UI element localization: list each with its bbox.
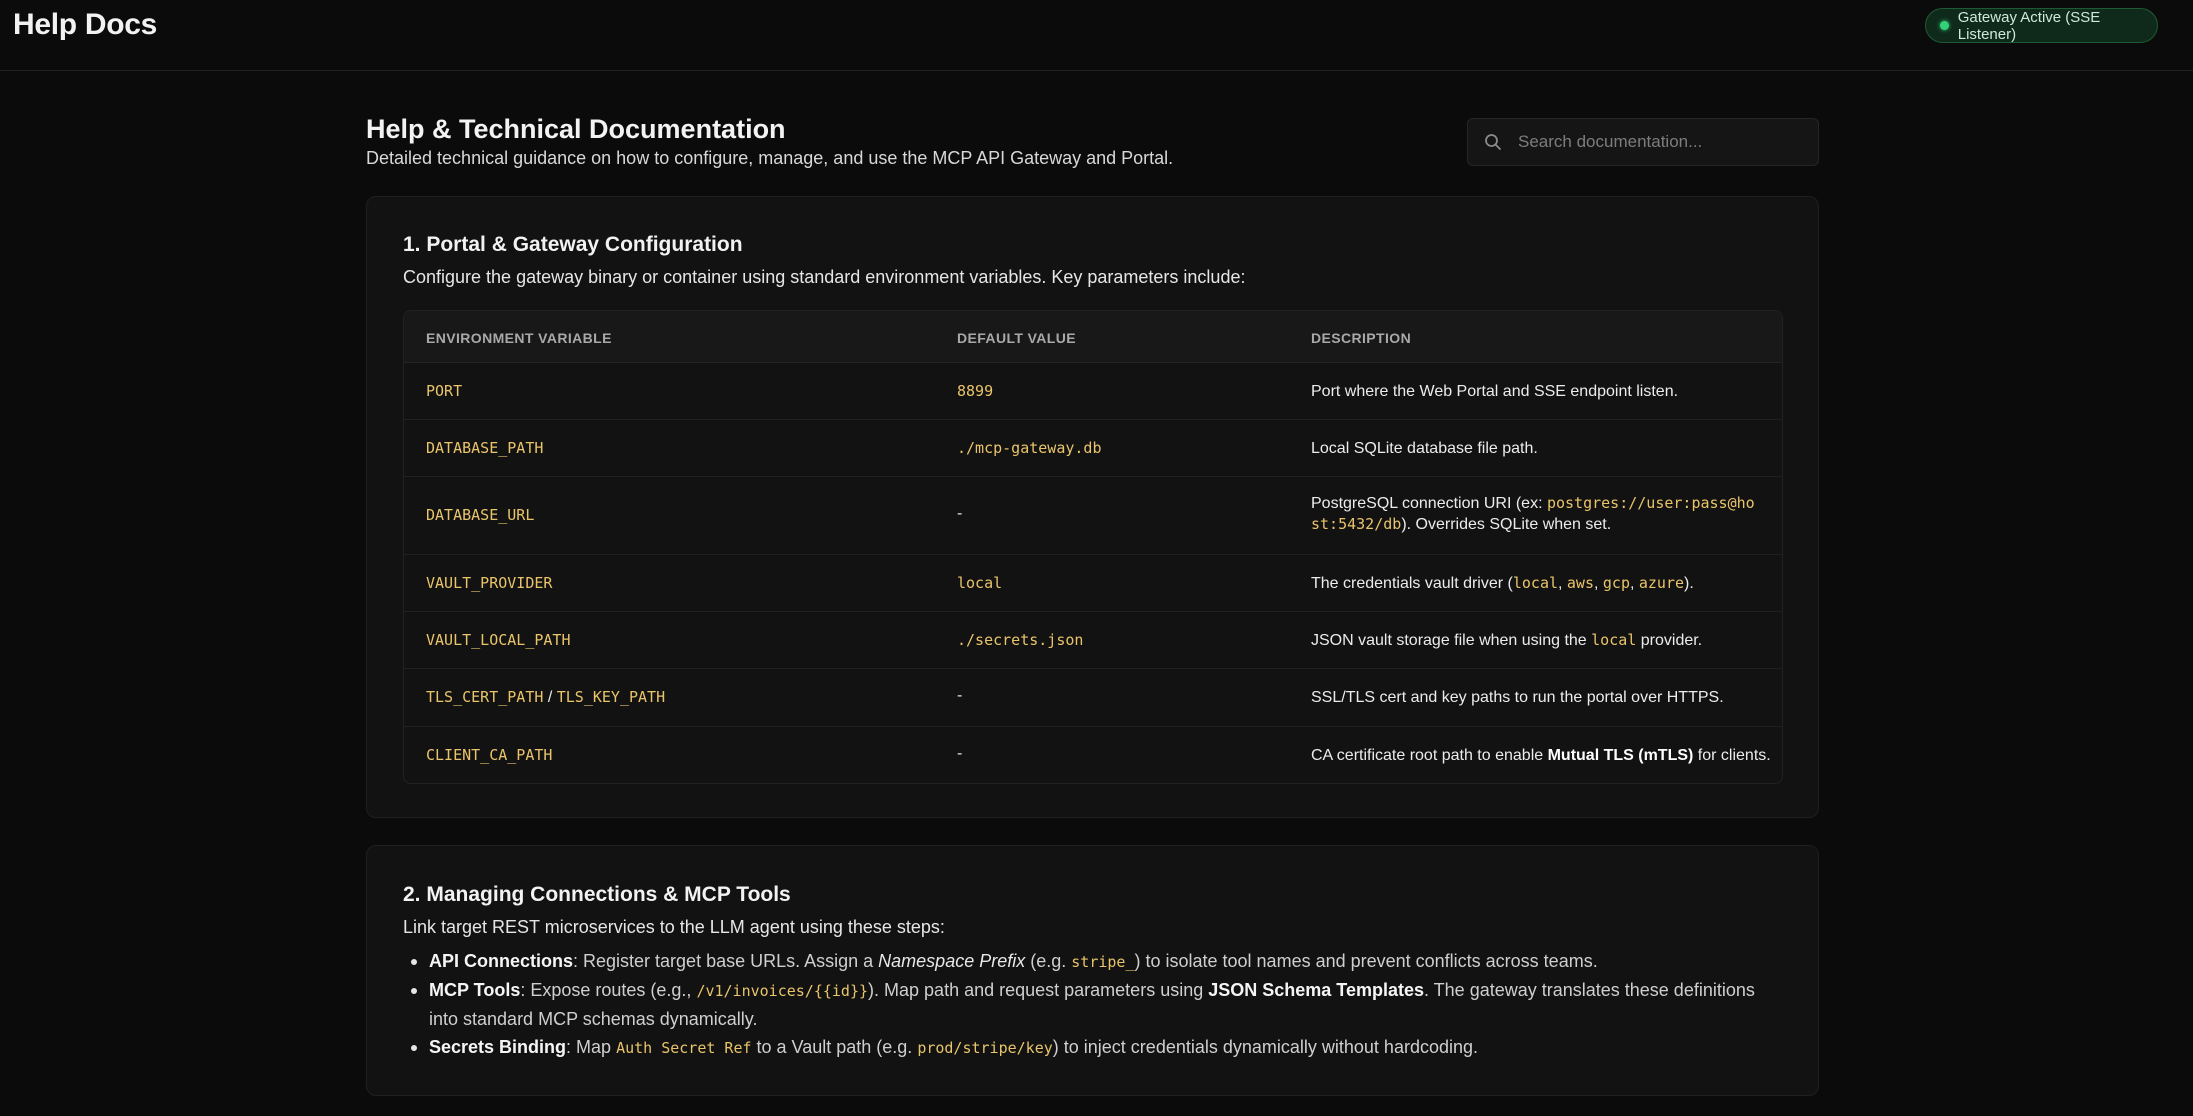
description: Local SQLite database file path. <box>1311 440 1538 457</box>
description: PostgreSQL connection URI (ex: postgres:… <box>1311 494 1755 533</box>
column-header-variable: ENVIRONMENT VARIABLE <box>426 330 612 346</box>
default-value: - <box>957 687 963 704</box>
description: Port where the Web Portal and SSE endpoi… <box>1311 383 1679 400</box>
table-row: DATABASE_URL - PostgreSQL connection URI… <box>404 477 1782 555</box>
default-value: - <box>957 505 963 522</box>
column-header-description: DESCRIPTION <box>1311 330 1412 346</box>
table-row: CLIENT_CA_PATH - CA certificate root pat… <box>404 727 1782 783</box>
table-row: VAULT_LOCAL_PATH ./secrets.json JSON vau… <box>404 612 1782 669</box>
env-var-name: DATABASE_PATH <box>426 439 544 457</box>
status-dot-icon <box>1940 21 1949 30</box>
env-var-name: DATABASE_URL <box>426 506 535 524</box>
section-portal-gateway-config: 1. Portal & Gateway Configuration Config… <box>366 196 1819 818</box>
page-title: Help & Technical Documentation <box>366 114 786 144</box>
gateway-status-badge: Gateway Active (SSE Listener) <box>1925 8 2158 43</box>
default-value: - <box>957 745 963 762</box>
default-value: ./mcp-gateway.db <box>957 439 1102 457</box>
env-var-name: TLS_CERT_PATH / TLS_KEY_PATH <box>426 688 666 706</box>
list-item: API Connections: Register target base UR… <box>403 947 1783 976</box>
env-var-name: PORT <box>426 382 463 400</box>
description: CA certificate root path to enable Mutua… <box>1311 747 1771 764</box>
table-header: ENVIRONMENT VARIABLE DEFAULT VALUE DESCR… <box>404 311 1782 363</box>
default-value: ./secrets.json <box>957 631 1084 649</box>
search-input[interactable] <box>1518 132 1808 152</box>
env-var-name: CLIENT_CA_PATH <box>426 746 553 764</box>
search-box[interactable] <box>1467 118 1819 166</box>
top-bar: Help Docs Gateway Active (SSE Listener) <box>0 0 2193 71</box>
table-row: PORT 8899 Port where the Web Portal and … <box>404 363 1782 420</box>
description: SSL/TLS cert and key paths to run the po… <box>1311 689 1724 706</box>
search-icon <box>1485 134 1501 150</box>
default-value: 8899 <box>957 382 994 400</box>
env-variables-table: ENVIRONMENT VARIABLE DEFAULT VALUE DESCR… <box>403 310 1783 784</box>
table-row: VAULT_PROVIDER local The credentials vau… <box>404 555 1782 612</box>
section-intro: Configure the gateway binary or containe… <box>403 267 1246 287</box>
column-header-default: DEFAULT VALUE <box>957 330 1077 346</box>
gateway-status-text: Gateway Active (SSE Listener) <box>1957 8 2101 43</box>
app-title: Help Docs <box>13 8 158 41</box>
page-subtitle: Detailed technical guidance on how to co… <box>366 148 1174 168</box>
section-intro: Link target REST microservices to the LL… <box>403 917 945 937</box>
steps-list: API Connections: Register target base UR… <box>403 947 1783 1062</box>
list-item: Secrets Binding: Map Auth Secret Ref to … <box>403 1033 1783 1062</box>
default-value: local <box>957 574 1003 592</box>
section-title: 2. Managing Connections & MCP Tools <box>403 883 791 906</box>
list-item: MCP Tools: Expose routes (e.g., /v1/invo… <box>403 976 1783 1033</box>
description: JSON vault storage file when using the l… <box>1311 631 1703 649</box>
table-row: DATABASE_PATH ./mcp-gateway.db Local SQL… <box>404 420 1782 477</box>
table-row: TLS_CERT_PATH / TLS_KEY_PATH - SSL/TLS c… <box>404 669 1782 727</box>
env-var-name: VAULT_LOCAL_PATH <box>426 631 571 649</box>
description: The credentials vault driver (local, aws… <box>1311 574 1694 592</box>
env-var-name: VAULT_PROVIDER <box>426 574 553 592</box>
section-managing-connections: 2. Managing Connections & MCP Tools Link… <box>366 845 1819 1096</box>
section-title: 1. Portal & Gateway Configuration <box>403 233 743 256</box>
